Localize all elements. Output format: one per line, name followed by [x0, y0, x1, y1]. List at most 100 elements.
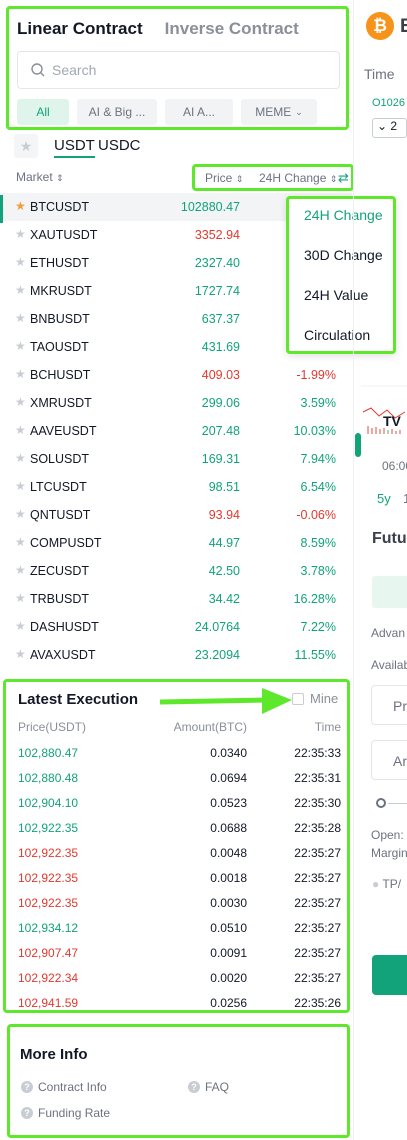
market-price: 409.03 — [201, 368, 240, 382]
market-symbol: BTCUSDT — [30, 200, 90, 214]
execution-amount: 0.0020 — [210, 971, 247, 985]
favorite-star-icon[interactable]: ★ — [15, 451, 26, 465]
open-long-button[interactable] — [372, 955, 407, 995]
sort-arrows-icon: ⇕ — [329, 174, 338, 184]
market-row[interactable]: ★ QNTUSDT 93.94 -0.06% — [0, 501, 352, 529]
market-symbol: AAVEUSDT — [30, 424, 97, 438]
market-price: 637.37 — [201, 312, 240, 326]
favorite-star-icon[interactable]: ★ — [15, 479, 26, 493]
chevron-down-icon: ⌄ — [295, 106, 303, 117]
favorite-star-icon[interactable]: ★ — [15, 423, 26, 437]
tab-inverse-contract[interactable]: Inverse Contract — [165, 19, 299, 39]
execution-row: 102,941.59 0.0256 22:35:26 — [6, 992, 347, 1016]
favorite-star-icon[interactable]: ★ — [15, 367, 26, 381]
execution-amount: 0.0688 — [210, 821, 247, 835]
favorite-star-icon[interactable]: ★ — [15, 311, 26, 325]
execution-amount: 0.0091 — [210, 946, 247, 960]
tab-usdc[interactable]: USDC — [98, 137, 141, 154]
tp-label: TP/ — [382, 877, 402, 891]
market-row[interactable]: ★ AAVEUSDT 207.48 10.03% — [0, 417, 352, 445]
leverage-slider-track[interactable] — [388, 803, 407, 804]
time-axis-tick: 06:00 — [382, 459, 407, 473]
chip-meme[interactable]: MEME ⌄ — [241, 99, 317, 125]
execution-row: 102,922.35 0.0688 22:35:28 — [6, 817, 347, 841]
favorite-star-icon[interactable]: ★ — [15, 227, 26, 241]
leverage-slider-handle[interactable] — [376, 798, 386, 808]
execution-time: 22:35:27 — [294, 896, 341, 910]
favorite-star-icon[interactable]: ★ — [15, 591, 26, 605]
period-5y[interactable]: 5y — [377, 491, 391, 506]
market-row[interactable]: ★ ZECUSDT 42.50 3.78% — [0, 557, 352, 585]
amount-input-label: Ar — [393, 753, 407, 769]
search-box[interactable] — [17, 51, 340, 89]
market-row[interactable]: ★ LTCUSDT 98.51 6.54% — [0, 473, 352, 501]
market-row[interactable]: ★ COMPUSDT 44.97 8.59% — [0, 529, 352, 557]
market-price: 299.06 — [201, 396, 240, 410]
market-column-header[interactable]: Market ⇕ — [16, 170, 64, 184]
category-chips: All AI & Big ... AI A... MEME ⌄ — [17, 99, 317, 125]
exec-header-price: Price(USDT) — [18, 720, 86, 734]
amount-input[interactable]: Ar — [371, 740, 407, 780]
chip-all[interactable]: All — [17, 99, 69, 125]
price-column-header[interactable]: Price ⇕ — [205, 171, 243, 185]
execution-amount: 0.0048 — [210, 846, 247, 860]
mine-label[interactable]: Mine — [310, 691, 338, 706]
execution-price: 102,907.47 — [18, 946, 79, 960]
market-price: 34.42 — [208, 592, 240, 606]
favorites-star-icon[interactable]: ★ — [14, 134, 38, 158]
market-row[interactable]: ★ AVAXUSDT 23.2094 11.55% — [0, 641, 352, 669]
favorite-star-icon[interactable]: ★ — [15, 339, 26, 353]
funding-rate-link[interactable]: ? Funding Rate — [21, 1106, 110, 1120]
market-row[interactable]: ★ DASHUSDT 24.0764 7.22% — [0, 613, 352, 641]
execution-row: 102,922.35 0.0048 22:35:27 — [6, 842, 347, 866]
execution-row: 102,922.35 0.0030 22:35:27 — [6, 892, 347, 916]
favorite-star-icon[interactable]: ★ — [15, 619, 26, 633]
execution-amount: 0.0523 — [210, 796, 247, 810]
panel-resize-handle[interactable] — [355, 433, 361, 457]
chip-ai-agent[interactable]: AI A... — [165, 99, 233, 125]
favorite-star-icon[interactable]: ★ — [15, 647, 26, 661]
sort-option-circulation[interactable]: Circulation — [304, 327, 370, 343]
question-icon: ? — [188, 1081, 200, 1093]
price-input[interactable]: Pr — [371, 685, 407, 725]
execution-time: 22:35:28 — [294, 821, 341, 835]
favorite-star-icon[interactable]: ★ — [15, 395, 26, 409]
order-id[interactable]: O1026 — [372, 97, 405, 109]
market-symbol: SOLUSDT — [30, 452, 90, 466]
tp-radio[interactable]: ● TP/ — [372, 877, 401, 891]
sort-option-30d-change[interactable]: 30D Change — [304, 247, 383, 263]
order-type-tab[interactable] — [372, 576, 407, 608]
market-price: 93.94 — [208, 508, 240, 522]
market-row[interactable]: ★ XMRUSDT 299.06 3.59% — [0, 389, 352, 417]
change-column-header[interactable]: 24H Change ⇕ — [259, 171, 337, 185]
switch-column-icon[interactable]: ⇄ — [338, 170, 349, 186]
favorite-star-icon[interactable]: ★ — [15, 507, 26, 521]
market-row[interactable]: ★ SOLUSDT 169.31 7.94% — [0, 445, 352, 473]
favorite-star-icon[interactable]: ★ — [15, 563, 26, 577]
market-row[interactable]: ★ BCHUSDT 409.03 -1.99% — [0, 361, 352, 389]
tab-linear-contract[interactable]: Linear Contract — [17, 19, 143, 39]
favorite-star-icon[interactable]: ★ — [15, 199, 26, 213]
market-symbol: BNBUSDT — [30, 312, 90, 326]
market-row[interactable]: ★ TRBUSDT 34.42 16.28% — [0, 585, 352, 613]
faq-link[interactable]: ? FAQ — [188, 1080, 229, 1094]
execution-row: 102,907.47 0.0091 22:35:27 — [6, 942, 347, 966]
favorite-star-icon[interactable]: ★ — [15, 535, 26, 549]
sort-option-24h-change[interactable]: 24H Change — [304, 207, 383, 223]
period-option[interactable]: 1 — [403, 491, 407, 506]
execution-amount: 0.0510 — [210, 921, 247, 935]
contract-info-link[interactable]: ? Contract Info — [21, 1080, 107, 1094]
favorite-star-icon[interactable]: ★ — [15, 283, 26, 297]
search-input[interactable] — [52, 62, 292, 78]
tab-usdt[interactable]: USDT — [54, 137, 95, 158]
favorite-star-icon[interactable]: ★ — [15, 255, 26, 269]
interval-dropdown[interactable]: ⌄ 2 — [372, 118, 407, 138]
sort-arrows-icon: ⇕ — [235, 174, 244, 184]
mine-checkbox[interactable] — [292, 693, 304, 705]
price-header-label: Price — [205, 171, 233, 185]
sort-option-24h-value[interactable]: 24H Value — [304, 287, 368, 303]
chip-ai-big-data[interactable]: AI & Big ... — [77, 99, 157, 125]
futures-title: Futu — [372, 530, 407, 547]
advanced-label[interactable]: Advan — [371, 626, 405, 640]
sort-dropdown-menu: 24H Change 30D Change 24H Value Circulat… — [286, 196, 396, 354]
